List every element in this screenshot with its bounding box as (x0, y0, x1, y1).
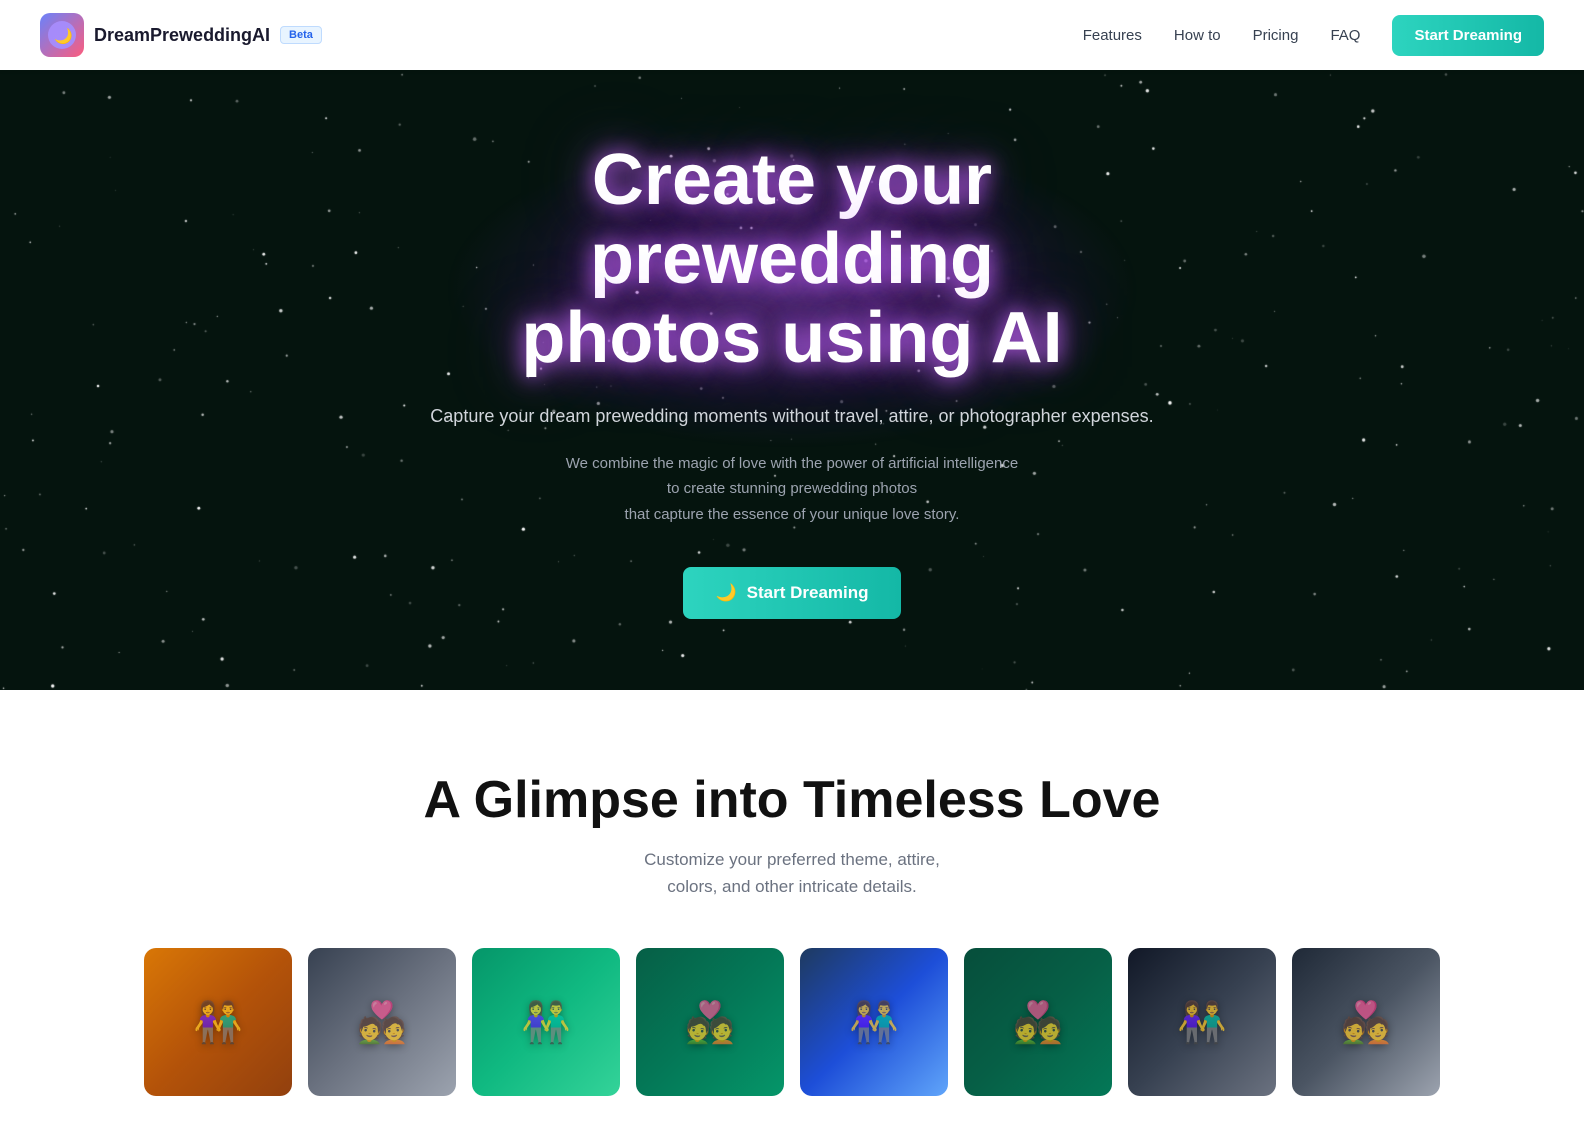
nav-pricing[interactable]: Pricing (1253, 27, 1299, 44)
couple-icon-8: 💑 (1341, 999, 1391, 1046)
photo-card-4[interactable]: 💑 (636, 948, 784, 1096)
photo-card-6[interactable]: 💑 (964, 948, 1112, 1096)
photo-card-2[interactable]: 💑 (308, 948, 456, 1096)
couple-icon-7: 👫 (1177, 999, 1227, 1046)
hero-title: Create your prewedding photos using AI (412, 141, 1172, 379)
nav-faq[interactable]: FAQ (1330, 27, 1360, 44)
hero-section: Create your prewedding photos using AI C… (0, 70, 1584, 690)
photo-gallery: 👫 💑 👫 💑 👫 💑 (40, 948, 1544, 1096)
hero-content: Create your prewedding photos using AI C… (392, 81, 1192, 680)
photo-card-3[interactable]: 👫 (472, 948, 620, 1096)
nav-start-dreaming-button[interactable]: Start Dreaming (1392, 15, 1544, 56)
nav-features[interactable]: Features (1083, 27, 1142, 44)
couple-icon-5: 👫 (849, 999, 899, 1046)
glimpse-section: A Glimpse into Timeless Love Customize y… (0, 690, 1584, 1136)
couple-icon-4: 💑 (685, 999, 735, 1046)
photo-card-8[interactable]: 💑 (1292, 948, 1440, 1096)
brand-beta-badge: Beta (280, 26, 322, 44)
couple-icon-1: 👫 (193, 999, 243, 1046)
couple-icon-2: 💑 (357, 999, 407, 1046)
couple-icon-3: 👫 (521, 999, 571, 1046)
photo-card-1[interactable]: 👫 (144, 948, 292, 1096)
nav-links: Features How to Pricing FAQ Start Dreami… (1083, 15, 1544, 56)
couple-icon-6: 💑 (1013, 999, 1063, 1046)
navbar: 🌙 DreamPreweddingAI Beta Features How to… (0, 0, 1584, 70)
svg-text:🌙: 🌙 (54, 27, 73, 45)
brand-name: DreamPreweddingAI (94, 25, 270, 46)
nav-howto[interactable]: How to (1174, 27, 1221, 44)
hero-subtitle: Capture your dream prewedding moments wi… (412, 402, 1172, 431)
hero-start-dreaming-button[interactable]: 🌙 Start Dreaming (683, 567, 900, 619)
hero-description: We combine the magic of love with the po… (412, 451, 1172, 528)
photo-card-7[interactable]: 👫 (1128, 948, 1276, 1096)
hero-cta-label: Start Dreaming (747, 583, 869, 603)
hero-cta-icon: 🌙 (715, 583, 736, 603)
photo-card-5[interactable]: 👫 (800, 948, 948, 1096)
glimpse-subtitle: Customize your preferred theme, attire, … (40, 846, 1544, 900)
brand: 🌙 DreamPreweddingAI Beta (40, 13, 1083, 57)
brand-logo: 🌙 (40, 13, 84, 57)
glimpse-title: A Glimpse into Timeless Love (40, 770, 1544, 830)
